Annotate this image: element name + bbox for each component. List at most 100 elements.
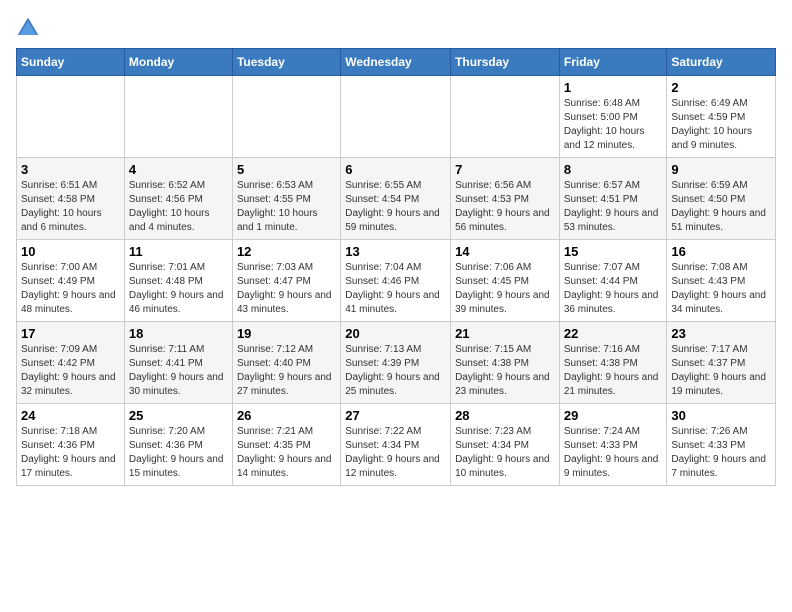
day-info: Sunrise: 7:11 AM Sunset: 4:41 PM Dayligh…	[129, 343, 228, 399]
column-header-sunday: Sunday	[17, 49, 125, 76]
day-info: Sunrise: 6:55 AM Sunset: 4:54 PM Dayligh…	[345, 179, 446, 235]
day-number: 27	[345, 408, 446, 423]
day-number: 22	[564, 326, 663, 341]
day-number: 16	[671, 244, 771, 259]
calendar-cell: 11 Sunrise: 7:01 AM Sunset: 4:48 PM Dayli…	[124, 240, 232, 322]
day-number: 23	[671, 326, 771, 341]
day-info: Sunrise: 7:26 AM Sunset: 4:33 PM Dayligh…	[671, 425, 771, 481]
day-number: 2	[671, 80, 771, 95]
calendar-cell: 27 Sunrise: 7:22 AM Sunset: 4:34 PM Dayli…	[341, 404, 451, 486]
day-info: Sunrise: 6:49 AM Sunset: 4:59 PM Dayligh…	[671, 97, 771, 153]
calendar-cell: 12 Sunrise: 7:03 AM Sunset: 4:47 PM Dayli…	[232, 240, 340, 322]
day-info: Sunrise: 7:24 AM Sunset: 4:33 PM Dayligh…	[564, 425, 663, 481]
calendar-week-row: 1Sunrise: 6:48 AM Sunset: 5:00 PM Daylig…	[17, 76, 776, 158]
calendar-cell: 28 Sunrise: 7:23 AM Sunset: 4:34 PM Dayli…	[451, 404, 560, 486]
page-header	[16, 16, 776, 40]
day-number: 14	[455, 244, 555, 259]
calendar-cell: 17 Sunrise: 7:09 AM Sunset: 4:42 PM Dayli…	[17, 322, 125, 404]
day-info: Sunrise: 7:15 AM Sunset: 4:38 PM Dayligh…	[455, 343, 555, 399]
calendar-cell: 19 Sunrise: 7:12 AM Sunset: 4:40 PM Dayli…	[232, 322, 340, 404]
calendar-cell: 6 Sunrise: 6:55 AM Sunset: 4:54 PM Daylig…	[341, 158, 451, 240]
day-info: Sunrise: 6:57 AM Sunset: 4:51 PM Dayligh…	[564, 179, 663, 235]
calendar-week-row: 24 Sunrise: 7:18 AM Sunset: 4:36 PM Dayli…	[17, 404, 776, 486]
day-info: Sunrise: 6:56 AM Sunset: 4:53 PM Dayligh…	[455, 179, 555, 235]
calendar-cell: 20Sunrise: 7:13 AM Sunset: 4:39 PM Dayli…	[341, 322, 451, 404]
day-number: 26	[237, 408, 336, 423]
day-number: 8	[564, 162, 663, 177]
day-info: Sunrise: 7:17 AM Sunset: 4:37 PM Dayligh…	[671, 343, 771, 399]
calendar-cell: 18 Sunrise: 7:11 AM Sunset: 4:41 PM Dayli…	[124, 322, 232, 404]
day-number: 7	[455, 162, 555, 177]
day-info: Sunrise: 7:12 AM Sunset: 4:40 PM Dayligh…	[237, 343, 336, 399]
calendar-table: SundayMondayTuesdayWednesdayThursdayFrid…	[16, 48, 776, 486]
calendar-cell: 29 Sunrise: 7:24 AM Sunset: 4:33 PM Dayli…	[559, 404, 667, 486]
column-header-tuesday: Tuesday	[232, 49, 340, 76]
calendar-cell: 26Sunrise: 7:21 AM Sunset: 4:35 PM Dayli…	[232, 404, 340, 486]
day-number: 17	[21, 326, 120, 341]
calendar-cell: 22 Sunrise: 7:16 AM Sunset: 4:38 PM Dayli…	[559, 322, 667, 404]
day-number: 10	[21, 244, 120, 259]
day-number: 25	[129, 408, 228, 423]
day-info: Sunrise: 7:23 AM Sunset: 4:34 PM Dayligh…	[455, 425, 555, 481]
calendar-cell	[341, 76, 451, 158]
calendar-header-row: SundayMondayTuesdayWednesdayThursdayFrid…	[17, 49, 776, 76]
calendar-cell: 15 Sunrise: 7:07 AM Sunset: 4:44 PM Dayli…	[559, 240, 667, 322]
column-header-wednesday: Wednesday	[341, 49, 451, 76]
logo-icon	[16, 16, 40, 40]
day-info: Sunrise: 6:48 AM Sunset: 5:00 PM Dayligh…	[564, 97, 663, 153]
calendar-cell: 16Sunrise: 7:08 AM Sunset: 4:43 PM Dayli…	[667, 240, 776, 322]
day-info: Sunrise: 7:22 AM Sunset: 4:34 PM Dayligh…	[345, 425, 446, 481]
day-info: Sunrise: 6:53 AM Sunset: 4:55 PM Dayligh…	[237, 179, 336, 235]
calendar-cell: 7 Sunrise: 6:56 AM Sunset: 4:53 PM Daylig…	[451, 158, 560, 240]
day-info: Sunrise: 6:51 AM Sunset: 4:58 PM Dayligh…	[21, 179, 120, 235]
calendar-week-row: 10 Sunrise: 7:00 AM Sunset: 4:49 PM Dayli…	[17, 240, 776, 322]
calendar-week-row: 17 Sunrise: 7:09 AM Sunset: 4:42 PM Dayli…	[17, 322, 776, 404]
day-info: Sunrise: 7:16 AM Sunset: 4:38 PM Dayligh…	[564, 343, 663, 399]
calendar-cell: 24 Sunrise: 7:18 AM Sunset: 4:36 PM Dayli…	[17, 404, 125, 486]
column-header-saturday: Saturday	[667, 49, 776, 76]
day-number: 19	[237, 326, 336, 341]
calendar-cell: 2 Sunrise: 6:49 AM Sunset: 4:59 PM Daylig…	[667, 76, 776, 158]
day-number: 6	[345, 162, 446, 177]
day-number: 13	[345, 244, 446, 259]
day-number: 12	[237, 244, 336, 259]
calendar-cell	[17, 76, 125, 158]
day-info: Sunrise: 7:00 AM Sunset: 4:49 PM Dayligh…	[21, 261, 120, 317]
day-number: 21	[455, 326, 555, 341]
day-number: 9	[671, 162, 771, 177]
calendar-week-row: 3 Sunrise: 6:51 AM Sunset: 4:58 PM Daylig…	[17, 158, 776, 240]
day-number: 28	[455, 408, 555, 423]
day-number: 18	[129, 326, 228, 341]
calendar-cell: 23 Sunrise: 7:17 AM Sunset: 4:37 PM Dayli…	[667, 322, 776, 404]
calendar-cell: 30Sunrise: 7:26 AM Sunset: 4:33 PM Dayli…	[667, 404, 776, 486]
day-info: Sunrise: 7:04 AM Sunset: 4:46 PM Dayligh…	[345, 261, 446, 317]
calendar-cell: 13 Sunrise: 7:04 AM Sunset: 4:46 PM Dayli…	[341, 240, 451, 322]
calendar-cell: 3 Sunrise: 6:51 AM Sunset: 4:58 PM Daylig…	[17, 158, 125, 240]
day-number: 24	[21, 408, 120, 423]
day-number: 11	[129, 244, 228, 259]
day-number: 15	[564, 244, 663, 259]
day-number: 4	[129, 162, 228, 177]
calendar-cell: 1Sunrise: 6:48 AM Sunset: 5:00 PM Daylig…	[559, 76, 667, 158]
day-info: Sunrise: 6:59 AM Sunset: 4:50 PM Dayligh…	[671, 179, 771, 235]
day-info: Sunrise: 7:01 AM Sunset: 4:48 PM Dayligh…	[129, 261, 228, 317]
day-info: Sunrise: 7:06 AM Sunset: 4:45 PM Dayligh…	[455, 261, 555, 317]
day-info: Sunrise: 7:20 AM Sunset: 4:36 PM Dayligh…	[129, 425, 228, 481]
calendar-cell	[124, 76, 232, 158]
day-info: Sunrise: 7:18 AM Sunset: 4:36 PM Dayligh…	[21, 425, 120, 481]
calendar-cell: 14 Sunrise: 7:06 AM Sunset: 4:45 PM Dayli…	[451, 240, 560, 322]
logo	[16, 16, 44, 40]
calendar-cell: 21 Sunrise: 7:15 AM Sunset: 4:38 PM Dayli…	[451, 322, 560, 404]
calendar-cell	[232, 76, 340, 158]
calendar-cell: 25 Sunrise: 7:20 AM Sunset: 4:36 PM Dayli…	[124, 404, 232, 486]
day-info: Sunrise: 7:03 AM Sunset: 4:47 PM Dayligh…	[237, 261, 336, 317]
day-number: 29	[564, 408, 663, 423]
column-header-monday: Monday	[124, 49, 232, 76]
day-info: Sunrise: 7:07 AM Sunset: 4:44 PM Dayligh…	[564, 261, 663, 317]
day-number: 20	[345, 326, 446, 341]
day-number: 3	[21, 162, 120, 177]
day-info: Sunrise: 7:09 AM Sunset: 4:42 PM Dayligh…	[21, 343, 120, 399]
day-info: Sunrise: 6:52 AM Sunset: 4:56 PM Dayligh…	[129, 179, 228, 235]
calendar-cell	[451, 76, 560, 158]
calendar-cell: 8 Sunrise: 6:57 AM Sunset: 4:51 PM Daylig…	[559, 158, 667, 240]
